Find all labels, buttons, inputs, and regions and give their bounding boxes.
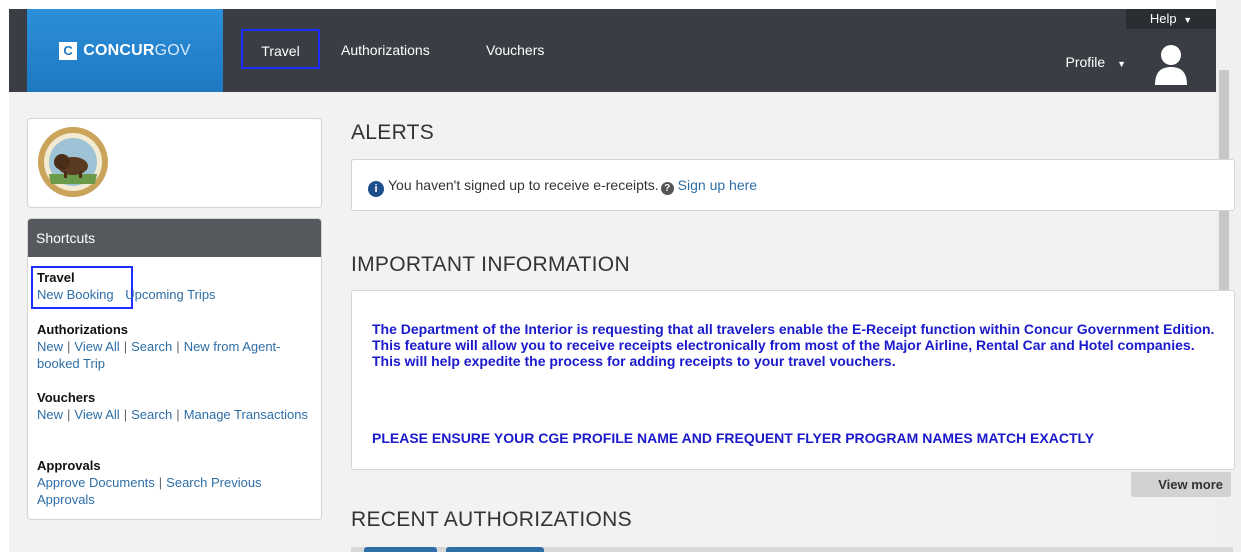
important-info-paragraph: The Department of the Interior is reques… <box>372 321 1215 369</box>
shortcut-group-vouchers: Vouchers New | View All | Search | Manage Tran… <box>37 389 317 423</box>
shortcut-approve-documents-link[interactable]: Approve Documents <box>37 475 155 490</box>
shortcut-manage-transactions-link[interactable]: Manage Transactions <box>184 407 308 422</box>
shortcut-authorizations-title: Authorizations <box>37 322 128 337</box>
shortcut-travel-title: Travel <box>37 270 75 285</box>
shortcuts-panel: Shortcuts Travel New Booking Upcoming Tr… <box>27 218 322 520</box>
important-information-title: IMPORTANT INFORMATION <box>351 253 630 276</box>
shortcut-vouchers-title: Vouchers <box>37 390 96 405</box>
shortcut-group-travel: Travel New Booking Upcoming Trips <box>37 269 317 303</box>
alerts-card: i You haven't signed up to receive e-rece… <box>351 159 1235 211</box>
shortcut-new-booking-link[interactable]: New Booking <box>37 287 114 302</box>
recent-toolbar-button[interactable] <box>364 547 437 552</box>
caret-down-icon: ▼ <box>1117 59 1126 69</box>
alerts-message: You haven't signed up to receive e-recei… <box>388 177 659 193</box>
top-header: C CONCUR GOV Travel Authorizations Vouche… <box>9 9 1216 92</box>
profile-menu-button[interactable]: Profile ▼ <box>1066 54 1127 70</box>
alerts-title: ALERTS <box>351 121 435 144</box>
shortcut-auth-search-link[interactable]: Search <box>131 339 172 354</box>
nav-tab-vouchers[interactable]: Vouchers <box>486 38 544 62</box>
agency-seal-card <box>27 118 322 208</box>
shortcuts-header: Shortcuts <box>28 219 321 257</box>
concurgov-logo[interactable]: C CONCUR GOV <box>27 9 223 92</box>
recent-toolbar-button[interactable] <box>446 547 544 552</box>
department-seal-icon <box>38 127 108 197</box>
sign-up-link[interactable]: Sign up here <box>678 177 757 193</box>
caret-down-icon: ▼ <box>1183 15 1193 25</box>
shortcut-voucher-new-link[interactable]: New <box>37 407 63 422</box>
shortcut-group-approvals: Approvals Approve Documents | Search Previ… <box>37 457 317 508</box>
shortcut-upcoming-trips-link[interactable]: Upcoming Trips <box>125 287 215 302</box>
view-more-button[interactable]: View more <box>1131 472 1231 497</box>
shortcut-voucher-search-link[interactable]: Search <box>131 407 172 422</box>
logo-gov-text: GOV <box>154 41 191 59</box>
help-question-icon[interactable]: ? <box>660 182 674 195</box>
logo-concur-text: CONCUR <box>83 41 155 59</box>
help-label: Help <box>1149 11 1177 26</box>
nav-tab-travel[interactable]: Travel <box>241 29 320 69</box>
logo-c-mark: C <box>59 41 78 60</box>
shortcut-auth-view-all-link[interactable]: View All <box>74 339 119 354</box>
shortcut-voucher-view-all-link[interactable]: View All <box>74 407 119 422</box>
user-avatar-icon[interactable] <box>1154 43 1188 85</box>
shortcut-auth-new-link[interactable]: New <box>37 339 63 354</box>
help-menu-button[interactable]: Help ▼ <box>1126 9 1216 29</box>
shortcut-group-authorizations: Authorizations New | View All | Search | New f… <box>37 321 317 372</box>
nav-tab-authorizations[interactable]: Authorizations <box>341 38 430 62</box>
shortcut-approvals-title: Approvals <box>37 458 101 473</box>
info-icon: i <box>368 181 384 197</box>
profile-label: Profile <box>1065 54 1106 70</box>
important-info-notice: PLEASE ENSURE YOUR CGE PROFILE NAME AND … <box>372 430 1095 446</box>
recent-authorizations-title: RECENT AUTHORIZATIONS <box>351 508 632 531</box>
important-information-card: The Department of the Interior is reques… <box>351 290 1235 470</box>
